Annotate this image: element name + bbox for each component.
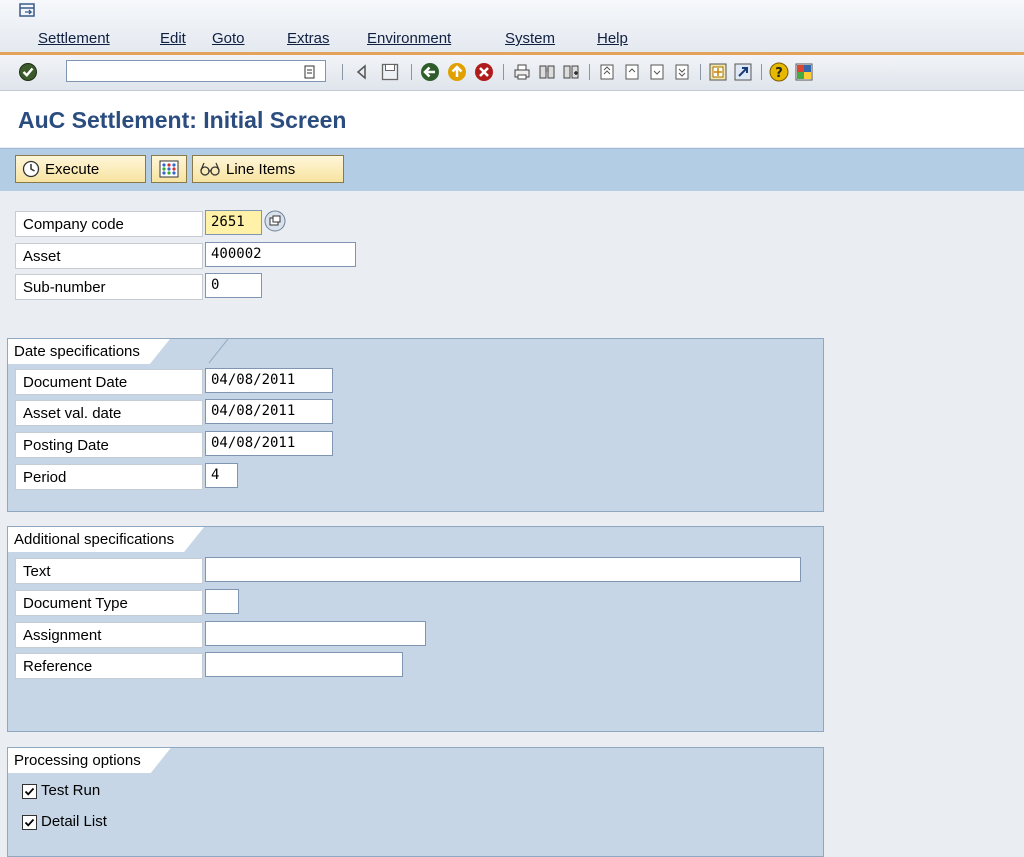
menu-label: Settlement [38,30,110,47]
toolbar-separator [700,64,701,80]
assignment-label: Assignment [15,622,203,648]
group-tab-edge [208,339,229,364]
execute-label: Execute [45,160,100,178]
menu-label: System [505,30,556,47]
collapse-arrow-icon[interactable] [352,62,372,82]
text-label: Text [15,558,203,584]
line-items-button[interactable]: Line Items [192,155,344,183]
save-icon[interactable] [380,62,400,82]
posting-date-label: Posting Date [15,432,203,458]
menu-label: Extras [287,30,330,47]
document-date-field[interactable]: 04/08/2011 [205,368,333,393]
selection-options-button[interactable] [151,155,187,183]
period-field[interactable]: 4 [205,463,238,488]
menu-label: Help [597,30,628,47]
menu-bar: Settlement Edit Goto Extras Environment … [0,0,1024,55]
command-field[interactable] [66,60,326,82]
create-session-icon[interactable] [708,62,728,82]
asset-val-date-label: Asset val. date [15,400,203,426]
shortcut-icon[interactable] [733,62,753,82]
help-icon[interactable]: ? [769,62,789,82]
page-title: AuC Settlement: Initial Screen [18,107,347,133]
document-type-label: Document Type [15,590,203,616]
test-run-label: Test Run [41,782,101,799]
previous-page-icon[interactable] [622,62,642,82]
assignment-field[interactable] [205,621,426,646]
test-run-checkbox[interactable] [22,784,37,799]
print-icon[interactable] [512,62,532,82]
execute-icon [22,160,40,178]
cancel-icon[interactable] [474,62,494,82]
menu-system[interactable]: System [505,30,555,47]
period-label: Period [15,464,203,490]
glasses-icon [200,162,220,176]
standard-toolbar: ? [0,55,1024,91]
back-icon[interactable] [420,62,440,82]
svg-text:?: ? [775,66,783,81]
next-page-icon[interactable] [647,62,667,82]
menu-environment[interactable]: Environment [367,30,451,47]
checkmark-icon [24,818,35,827]
menu-settlement[interactable]: Settlement [38,30,110,47]
selection-options-icon [159,160,179,178]
reference-label: Reference [15,653,203,679]
menu-goto[interactable]: Goto [212,30,245,47]
text-field[interactable] [205,557,801,582]
detail-list-checkbox[interactable] [22,815,37,830]
toolbar-separator [342,64,343,80]
menu-edit[interactable]: Edit [160,30,186,47]
toolbar-separator [411,64,412,80]
execute-button[interactable]: Execute [15,155,146,183]
find-next-icon[interactable] [561,62,581,82]
sub-number-field[interactable]: 0 [205,273,262,298]
command-history-icon[interactable] [303,64,317,80]
processing-options-title: Processing options [8,748,171,773]
find-icon[interactable] [537,62,557,82]
posting-date-field[interactable]: 04/08/2011 [205,431,333,456]
menu-label: Goto [212,30,245,47]
company-code-field[interactable]: 2651 [205,210,262,235]
checkmark-icon [24,787,35,796]
toolbar-separator [503,64,504,80]
additional-specifications-title: Additional specifications [8,527,204,552]
asset-label: Asset [15,243,203,269]
detail-list-label: Detail List [41,813,107,830]
document-type-field[interactable] [205,589,239,614]
layout-icon[interactable] [794,62,814,82]
menu-expand-icon[interactable] [19,3,37,19]
possible-entries-icon[interactable] [264,210,286,232]
application-toolbar: Execute Line Items [0,148,1024,191]
menu-help[interactable]: Help [597,30,628,47]
enter-icon[interactable] [18,62,38,82]
toolbar-separator [589,64,590,80]
sub-number-label: Sub-number [15,274,203,300]
company-code-label: Company code [15,211,203,237]
menu-label: Edit [160,30,186,47]
title-bar: AuC Settlement: Initial Screen [0,91,1024,147]
asset-field[interactable]: 400002 [205,242,356,267]
menu-extras[interactable]: Extras [287,30,330,47]
line-items-label: Line Items [226,160,296,178]
document-date-label: Document Date [15,369,203,395]
last-page-icon[interactable] [672,62,692,82]
exit-icon[interactable] [447,62,467,82]
asset-val-date-field[interactable]: 04/08/2011 [205,399,333,424]
processing-options-group: Processing options [7,747,824,857]
date-specifications-title: Date specifications [8,339,170,364]
menu-label: Environment [367,30,452,47]
toolbar-separator [761,64,762,80]
reference-field[interactable] [205,652,403,677]
first-page-icon[interactable] [597,62,617,82]
